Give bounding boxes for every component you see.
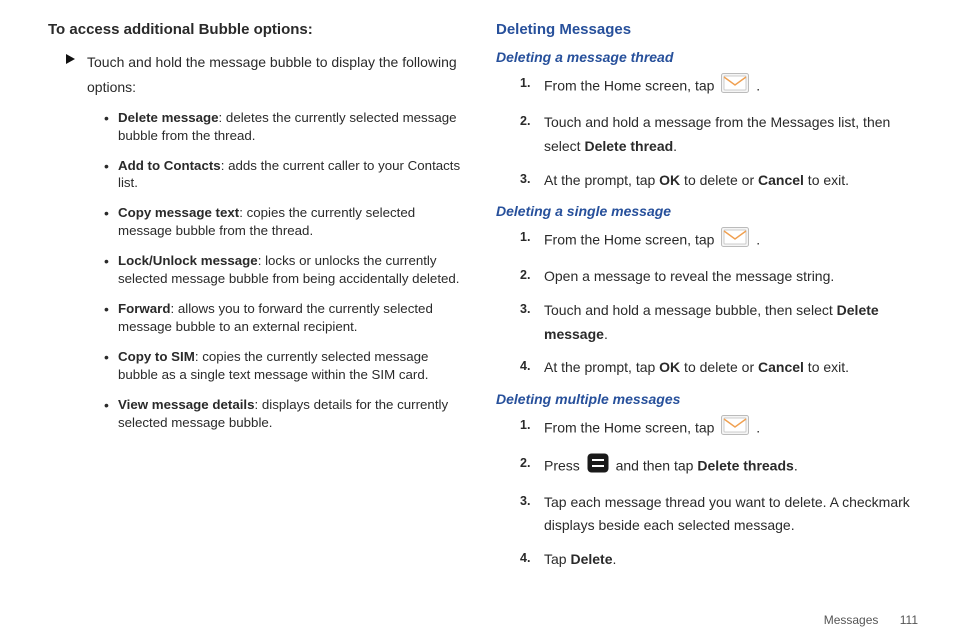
list-item: Lock/Unlock message: locks or unlocks th…	[104, 252, 470, 288]
steps-single: From the Home screen, tap . Open a messa…	[496, 227, 918, 380]
right-heading: Deleting Messages	[496, 20, 918, 40]
text: and then tap	[616, 458, 698, 474]
footer-section: Messages	[824, 613, 879, 627]
step: Tap Delete.	[520, 548, 918, 572]
step: Touch and hold a message from the Messag…	[520, 111, 918, 159]
list-item: Copy to SIM: copies the currently select…	[104, 348, 470, 384]
footer-page-number: 111	[900, 613, 918, 627]
text: Press	[544, 458, 584, 474]
text: .	[756, 78, 760, 94]
step: From the Home screen, tap .	[520, 415, 918, 443]
text: .	[794, 458, 798, 474]
bold-text: Cancel	[758, 359, 804, 375]
step: From the Home screen, tap .	[520, 73, 918, 101]
subhead-thread: Deleting a message thread	[496, 48, 918, 67]
bold-text: Delete threads	[697, 458, 793, 474]
messages-icon	[721, 415, 749, 443]
subhead-single: Deleting a single message	[496, 202, 918, 221]
text: to delete or	[680, 172, 758, 188]
messages-icon	[721, 227, 749, 255]
list-item: Copy message text: copies the currently …	[104, 204, 470, 240]
step: Open a message to reveal the message str…	[520, 265, 918, 289]
term: Copy to SIM	[118, 349, 195, 364]
step: From the Home screen, tap .	[520, 227, 918, 255]
messages-icon	[721, 73, 749, 101]
text: to exit.	[804, 172, 849, 188]
step: Touch and hold a message bubble, then se…	[520, 299, 918, 347]
intro-text: Touch and hold the message bubble to dis…	[87, 50, 470, 100]
term: Delete message	[118, 110, 219, 125]
text: .	[756, 420, 760, 436]
steps-thread: From the Home screen, tap . Touch and ho…	[496, 73, 918, 192]
text: From the Home screen, tap	[544, 78, 718, 94]
text: Tap	[544, 551, 570, 567]
page-footer: Messages 111	[824, 612, 918, 628]
text: .	[604, 326, 608, 342]
text: to exit.	[804, 359, 849, 375]
manual-page: To access additional Bubble options: Tou…	[0, 0, 954, 636]
play-triangle-icon	[66, 54, 75, 64]
list-item: Add to Contacts: adds the current caller…	[104, 157, 470, 193]
menu-icon	[587, 453, 609, 481]
step: Press and then tap Delete threads.	[520, 453, 918, 481]
term: View message details	[118, 397, 255, 412]
subhead-multiple: Deleting multiple messages	[496, 390, 918, 409]
list-item: View message details: displays details f…	[104, 396, 470, 432]
text: .	[756, 232, 760, 248]
text: From the Home screen, tap	[544, 420, 718, 436]
text: At the prompt, tap	[544, 359, 659, 375]
left-heading: To access additional Bubble options:	[48, 20, 470, 40]
list-item: Delete message: deletes the currently se…	[104, 109, 470, 145]
bold-text: OK	[659, 359, 680, 375]
term: Add to Contacts	[118, 158, 221, 173]
list-item: Forward: allows you to forward the curre…	[104, 300, 470, 336]
term: Lock/Unlock message	[118, 253, 258, 268]
text: Touch and hold a message bubble, then se…	[544, 302, 837, 318]
text: At the prompt, tap	[544, 172, 659, 188]
steps-multiple: From the Home screen, tap . Press and th…	[496, 415, 918, 572]
term: Forward	[118, 301, 170, 316]
step: At the prompt, tap OK to delete or Cance…	[520, 169, 918, 193]
text: to delete or	[680, 359, 758, 375]
left-column: To access additional Bubble options: Tou…	[48, 20, 470, 624]
bold-text: Delete	[570, 551, 612, 567]
bold-text: Cancel	[758, 172, 804, 188]
text: .	[673, 138, 677, 154]
options-list: Delete message: deletes the currently se…	[48, 109, 470, 432]
bold-text: Delete thread	[584, 138, 673, 154]
text: .	[613, 551, 617, 567]
right-column: Deleting Messages Deleting a message thr…	[496, 20, 918, 624]
bold-text: OK	[659, 172, 680, 188]
step: At the prompt, tap OK to delete or Cance…	[520, 356, 918, 380]
procedure-intro: Touch and hold the message bubble to dis…	[48, 50, 470, 100]
text: From the Home screen, tap	[544, 232, 718, 248]
term: Copy message text	[118, 205, 239, 220]
step: Tap each message thread you want to dele…	[520, 491, 918, 539]
